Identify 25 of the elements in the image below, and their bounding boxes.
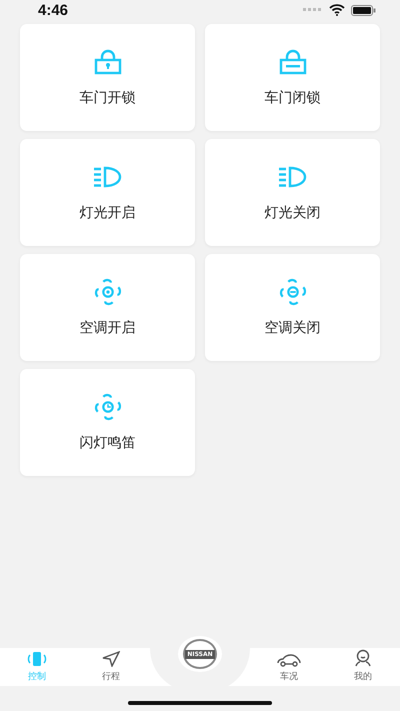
fan-icon <box>92 278 122 306</box>
headlight-icon <box>92 166 122 188</box>
padlock-icon <box>94 49 122 75</box>
padlock-icon <box>278 49 306 75</box>
tab-item[interactable]: 我的 <box>326 648 400 686</box>
battery-icon <box>351 4 376 16</box>
status-time: 4:46 <box>38 2 68 18</box>
control-card[interactable]: 车门开锁 <box>20 24 195 131</box>
control-card[interactable]: 闪灯鸣笛 <box>20 369 195 476</box>
phone-vibrate-icon <box>27 651 47 667</box>
headlight-icon <box>278 166 308 188</box>
control-card[interactable]: 灯光关闭 <box>205 139 380 246</box>
wifi-icon <box>329 4 345 16</box>
control-card[interactable]: 空调开启 <box>20 254 195 361</box>
tab-item[interactable]: 车况 <box>252 648 326 686</box>
control-card[interactable]: 空调关闭 <box>205 254 380 361</box>
person-icon <box>354 649 372 667</box>
navigation-arrow-icon <box>102 651 120 667</box>
cellular-signal-icon <box>303 8 323 12</box>
car-icon <box>277 653 301 667</box>
control-card[interactable]: 灯光开启 <box>20 139 195 246</box>
control-card[interactable]: 车门闭锁 <box>205 24 380 131</box>
fan-icon <box>92 393 122 421</box>
tab-item[interactable]: 行程 <box>74 648 148 686</box>
fan-icon <box>278 278 308 306</box>
